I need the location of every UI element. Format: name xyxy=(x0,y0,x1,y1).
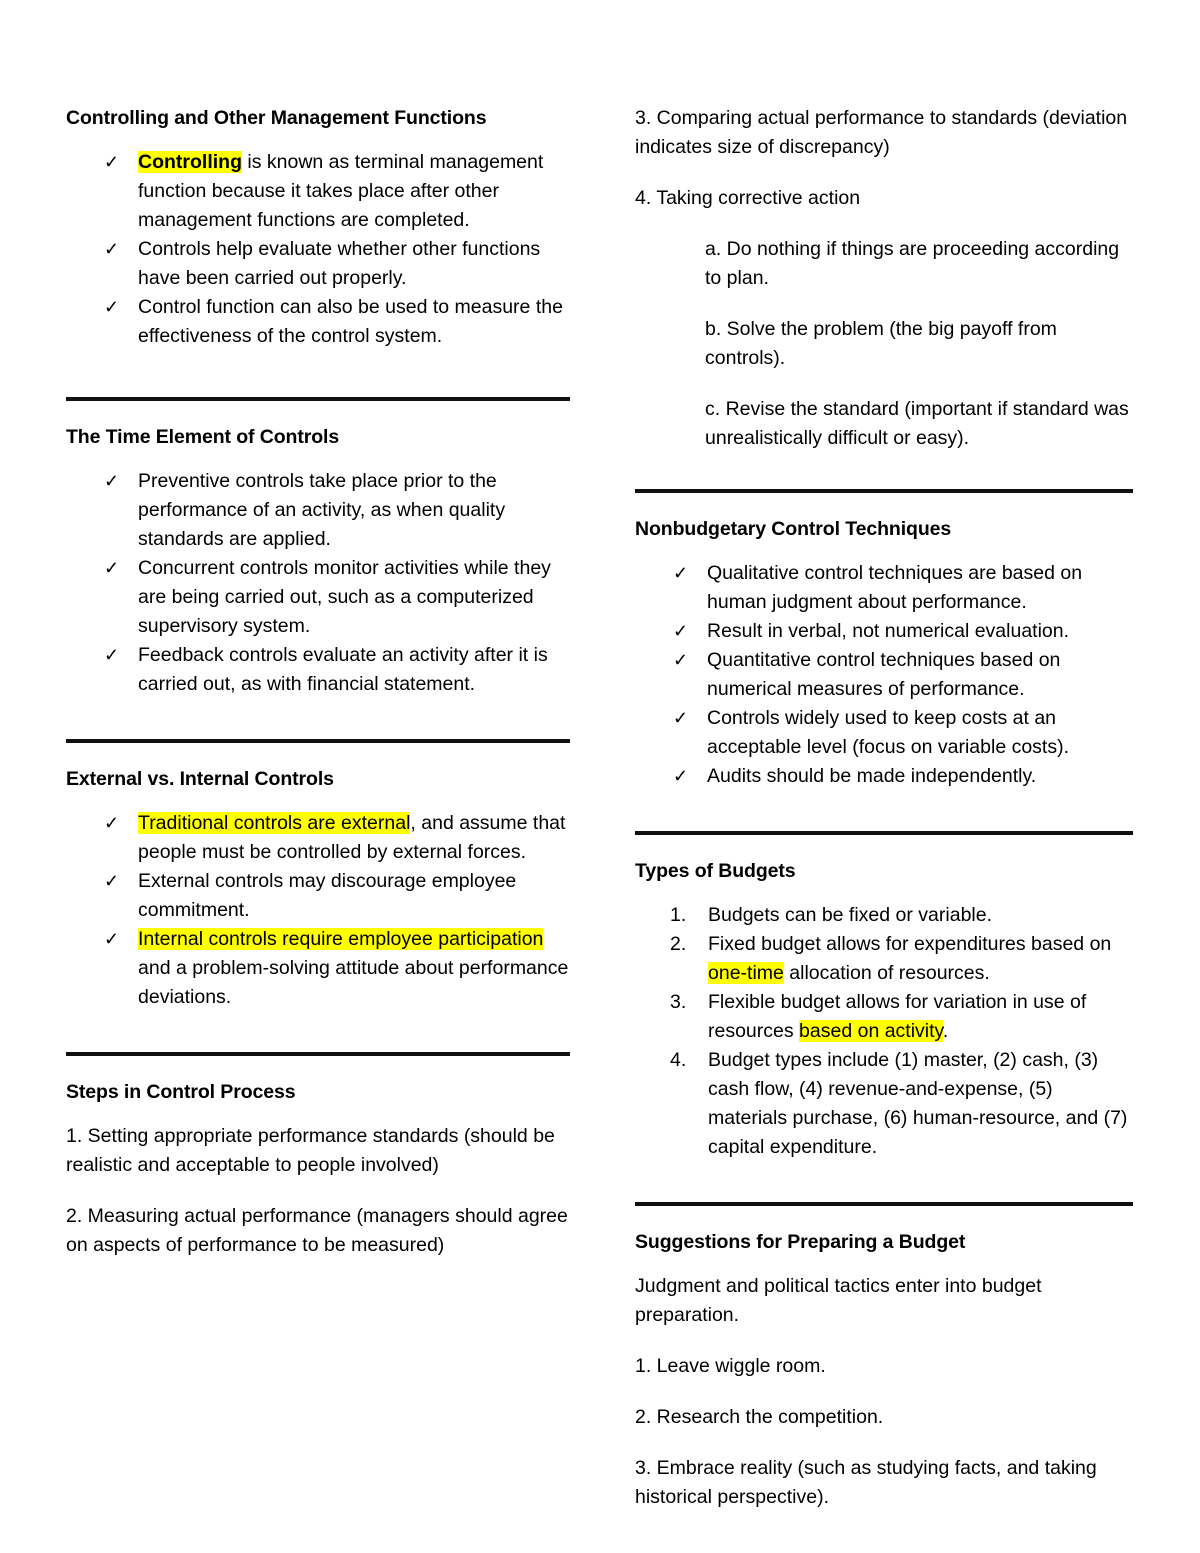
paragraph: 2. Measuring actual performance (manager… xyxy=(66,1205,568,1256)
checkmark-icon: ✓ xyxy=(104,813,120,833)
list-item-text: External controls may discourage employe… xyxy=(138,870,517,921)
checkmark-icon: ✓ xyxy=(104,297,120,317)
list-item: ✓ Preventive controls take place prior t… xyxy=(66,467,570,554)
section-heading: Controlling and Other Management Functio… xyxy=(66,107,487,129)
list-item-text: Controls widely used to keep costs at an… xyxy=(707,707,1070,758)
section-divider xyxy=(635,1202,1133,1206)
checkmark-icon: ✓ xyxy=(673,708,689,728)
list-item: ✓ Traditional controls are external, and… xyxy=(66,809,570,867)
list-item-text-cont: allocation of resources. xyxy=(783,962,990,984)
bullet-list: ✓ Controlling is known as terminal manag… xyxy=(66,148,570,351)
list-item: ✓ Controls widely used to keep costs at … xyxy=(635,704,1133,762)
list-item-text: Control function can also be used to mea… xyxy=(138,296,563,347)
section-heading: External vs. Internal Controls xyxy=(66,768,334,790)
section-divider xyxy=(66,397,570,401)
section-the-time-element-of-controls: The Time Element of Controls ✓ Preventiv… xyxy=(66,397,570,699)
section-suggestions-for-preparing-a-budget: Suggestions for Preparing a Budget Judgm… xyxy=(635,1202,1133,1512)
checkmark-icon: ✓ xyxy=(104,929,120,949)
list-item: ✓ Control function can also be used to m… xyxy=(66,293,570,351)
sub-item: a. Do nothing if things are proceeding a… xyxy=(705,238,1120,289)
section-heading: Types of Budgets xyxy=(635,860,796,882)
paragraph: Judgment and political tactics enter int… xyxy=(635,1275,1042,1326)
section-steps-in-control-process: Steps in Control Process 1. Setting appr… xyxy=(66,1052,570,1260)
highlighted-text: Traditional controls are external xyxy=(138,812,411,834)
list-item: Flexible budget allows for variation in … xyxy=(635,988,1133,1046)
list-item: Fixed budget allows for expenditures bas… xyxy=(635,930,1133,988)
section-external-vs-internal-controls: External vs. Internal Controls ✓ Traditi… xyxy=(66,739,570,1012)
list-item: ✓ Concurrent controls monitor activities… xyxy=(66,554,570,641)
left-column: Controlling and Other Management Functio… xyxy=(0,104,570,1282)
section-control-process-continued: 3. Comparing actual performance to stand… xyxy=(635,104,1133,453)
checkmark-icon: ✓ xyxy=(673,563,689,583)
section-heading: Steps in Control Process xyxy=(66,1081,296,1103)
list-item: ✓ Qualitative control techniques are bas… xyxy=(635,559,1133,617)
list-item-text-cont: . xyxy=(942,1020,949,1042)
document-page: Controlling and Other Management Functio… xyxy=(0,0,1200,1553)
list-item-text: Audits should be made independently. xyxy=(707,765,1037,787)
paragraph: 3. Comparing actual performance to stand… xyxy=(635,107,1128,158)
checkmark-icon: ✓ xyxy=(673,650,689,670)
list-item-text: Concurrent controls monitor activities w… xyxy=(138,557,551,637)
highlighted-text: based on activity xyxy=(799,1020,943,1042)
checkmark-icon: ✓ xyxy=(104,645,120,665)
list-item-text: and a problem-solving attitude about per… xyxy=(138,957,569,1008)
checkmark-icon: ✓ xyxy=(104,558,120,578)
checkmark-icon: ✓ xyxy=(673,766,689,786)
list-item: ✓ Internal controls require employee par… xyxy=(66,925,570,1012)
bullet-list: ✓ Preventive controls take place prior t… xyxy=(66,467,570,699)
list-item-text: Qualitative control techniques are based… xyxy=(707,562,1083,613)
paragraph: 1. Setting appropriate performance stand… xyxy=(66,1125,555,1176)
list-item: ✓ External controls may discourage emplo… xyxy=(66,867,570,925)
bullet-list: ✓ Traditional controls are external, and… xyxy=(66,809,570,1012)
list-item-text: Fixed budget allows for expenditures bas… xyxy=(708,933,1112,955)
sub-item: b. Solve the problem (the big payoff fro… xyxy=(705,318,1057,369)
list-item: Budget types include (1) master, (2) cas… xyxy=(635,1046,1133,1162)
list-item-text: Preventive controls take place prior to … xyxy=(138,470,506,550)
sub-item: c. Revise the standard (important if sta… xyxy=(705,398,1129,449)
section-heading: Suggestions for Preparing a Budget xyxy=(635,1231,966,1253)
section-divider xyxy=(635,831,1133,835)
section-divider xyxy=(66,739,570,743)
paragraph: 4. Taking corrective action xyxy=(635,187,861,209)
list-item-text: Budgets can be fixed or variable. xyxy=(708,904,993,926)
checkmark-icon: ✓ xyxy=(104,871,120,891)
list-item-text: Budget types include (1) master, (2) cas… xyxy=(708,1049,1128,1158)
list-item-text: Feedback controls evaluate an activity a… xyxy=(138,644,548,695)
numbered-list: Budgets can be fixed or variable. Fixed … xyxy=(635,901,1133,1162)
highlighted-text: one-time xyxy=(708,962,784,984)
section-nonbudgetary-control-techniques: Nonbudgetary Control Techniques ✓ Qualit… xyxy=(635,489,1133,791)
section-divider xyxy=(635,489,1133,493)
paragraph: 2. Research the competition. xyxy=(635,1406,884,1428)
list-item-text: Controls help evaluate whether other fun… xyxy=(138,238,541,289)
paragraph: 1. Leave wiggle room. xyxy=(635,1355,826,1377)
list-item: Budgets can be fixed or variable. xyxy=(635,901,1133,930)
section-heading: Nonbudgetary Control Techniques xyxy=(635,518,952,540)
highlighted-text: Controlling xyxy=(138,151,242,173)
list-item: ✓ Audits should be made independently. xyxy=(635,762,1133,791)
sub-item-list: a. Do nothing if things are proceeding a… xyxy=(635,235,1133,453)
section-heading: The Time Element of Controls xyxy=(66,426,340,448)
section-divider xyxy=(66,1052,570,1056)
section-controlling-and-other-management-functions: Controlling and Other Management Functio… xyxy=(66,104,570,351)
checkmark-icon: ✓ xyxy=(104,239,120,259)
list-item: ✓ Controlling is known as terminal manag… xyxy=(66,148,570,235)
list-item: ✓ Quantitative control techniques based … xyxy=(635,646,1133,704)
paragraph: 3. Embrace reality (such as studying fac… xyxy=(635,1457,1097,1508)
list-item-text: Quantitative control techniques based on… xyxy=(707,649,1061,700)
bullet-list: ✓ Qualitative control techniques are bas… xyxy=(635,559,1133,791)
list-item-text: Result in verbal, not numerical evaluati… xyxy=(707,620,1070,642)
list-item: ✓ Result in verbal, not numerical evalua… xyxy=(635,617,1133,646)
list-item: ✓ Controls help evaluate whether other f… xyxy=(66,235,570,293)
checkmark-icon: ✓ xyxy=(673,621,689,641)
right-column: 3. Comparing actual performance to stand… xyxy=(570,104,1200,1534)
two-column-layout: Controlling and Other Management Functio… xyxy=(0,104,1200,1534)
highlighted-text: Internal controls require employee parti… xyxy=(138,928,544,950)
section-types-of-budgets: Types of Budgets Budgets can be fixed or… xyxy=(635,831,1133,1162)
checkmark-icon: ✓ xyxy=(104,471,120,491)
checkmark-icon: ✓ xyxy=(104,152,120,172)
list-item: ✓ Feedback controls evaluate an activity… xyxy=(66,641,570,699)
